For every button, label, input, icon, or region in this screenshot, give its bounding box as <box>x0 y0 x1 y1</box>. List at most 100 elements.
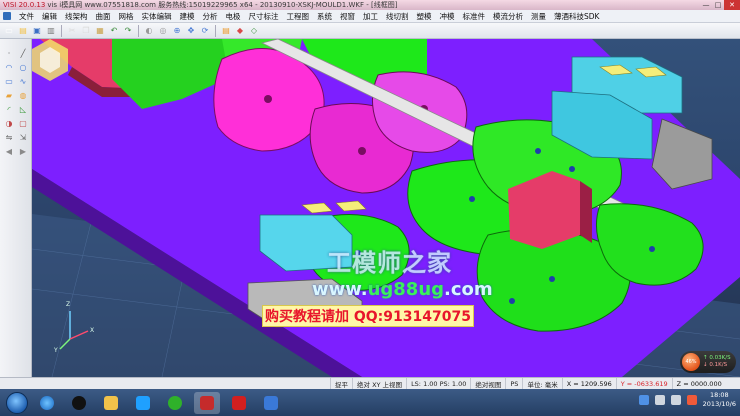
minimize-button[interactable]: — <box>700 0 712 10</box>
menu-item-edit[interactable]: 编辑 <box>38 11 61 22</box>
app-version: VISI 20.0.13 <box>3 1 46 9</box>
maximize-button[interactable]: □ <box>712 0 724 10</box>
system-clock[interactable]: 18:08 2013/10/6 <box>703 391 736 409</box>
menu-item-mesh[interactable]: 网格 <box>115 11 138 22</box>
pan-icon[interactable]: ✥ <box>185 25 197 37</box>
point-icon[interactable]: · <box>3 47 15 59</box>
arrow-left-icon[interactable]: ◀ <box>3 145 15 157</box>
network-speed-widget[interactable]: 46% ↑ 0.03K/S ↓ 0.1K/S <box>680 351 736 373</box>
status-view[interactable]: 绝对 XY 上视图 <box>352 377 406 390</box>
arrow-right-icon[interactable]: ▶ <box>17 145 29 157</box>
taskbar-ie[interactable] <box>34 392 60 414</box>
fillet-icon[interactable]: ◜ <box>3 103 15 115</box>
color-icon[interactable]: ◆ <box>234 25 246 37</box>
rotate-icon[interactable]: ⟳ <box>199 25 211 37</box>
chamfer-icon[interactable]: ◺ <box>17 103 29 115</box>
watermark-ad: 购买教程请加 QQ:913147075 <box>262 305 474 327</box>
axis-label-z: Z <box>66 301 71 308</box>
menu-item-flow-analysis[interactable]: 模流分析 <box>489 11 527 22</box>
boolean-icon[interactable]: ◑ <box>3 117 15 129</box>
redo-icon[interactable]: ↷ <box>122 25 134 37</box>
revolve-icon[interactable]: ◍ <box>17 89 29 101</box>
open-folder-icon[interactable]: ▤ <box>17 25 29 37</box>
taskbar-app-green[interactable] <box>162 392 188 414</box>
circle-icon[interactable]: ○ <box>17 61 29 73</box>
close-button[interactable]: ✕ <box>724 0 740 10</box>
menu-item-file[interactable]: 文件 <box>15 11 38 22</box>
watermark-site-highlight: ug88ug <box>367 279 445 300</box>
menu-item-wireframe[interactable]: 线架构 <box>61 11 92 22</box>
undo-icon[interactable]: ↶ <box>108 25 120 37</box>
menu-item-drawing[interactable]: 工程图 <box>283 11 314 22</box>
taskbar-explorer[interactable] <box>98 392 124 414</box>
main-toolbar: ▭ ▤ ▣ ▥ ✂ ❐ ▦ ↶ ↷ ◐ ◎ ⊕ ✥ ⟳ ▤ ◆ ◇ <box>0 23 740 39</box>
print-icon[interactable]: ▥ <box>45 25 57 37</box>
menu-item-sdk[interactable]: 薄酒科技SDK <box>550 11 603 22</box>
menu-item-electrode[interactable]: 电极 <box>222 11 245 22</box>
status-unit: 单位: 毫米 <box>522 377 561 390</box>
menu-item-machining[interactable]: 加工 <box>359 11 382 22</box>
ime-icon[interactable] <box>638 395 649 405</box>
spline-icon[interactable]: ∿ <box>17 75 29 87</box>
blue-app-icon <box>264 395 278 410</box>
axis-label-y: Y <box>54 347 58 354</box>
watermark-logo-icon <box>32 39 68 81</box>
shell-icon[interactable]: ▢ <box>17 117 29 129</box>
extrude-icon[interactable]: ▰ <box>3 89 15 101</box>
3d-viewport[interactable]: 工模师之家 www.ug88ug.com 购买教程请加 QQ:913147075… <box>32 39 740 377</box>
menu-item-system[interactable]: 系统 <box>313 11 336 22</box>
pdf-icon <box>232 395 246 410</box>
status-ps: PS <box>505 377 522 390</box>
watermark-site-suffix: .com <box>444 279 493 300</box>
menu-item-plastic-mould[interactable]: 塑模 <box>413 11 436 22</box>
security-icon[interactable] <box>686 395 697 405</box>
measure-icon[interactable]: ◇ <box>248 25 260 37</box>
qq-icon <box>72 395 86 410</box>
status-relative-view[interactable]: 绝对视图 <box>470 377 505 390</box>
rectangle-icon[interactable]: ▭ <box>3 75 15 87</box>
arc-icon[interactable]: ◠ <box>3 61 15 73</box>
line-icon[interactable]: ╱ <box>17 47 29 59</box>
status-scale: LS: 1.00 PS: 1.00 <box>406 377 470 390</box>
taskbar-app-blue[interactable] <box>258 392 284 414</box>
status-snap-mode[interactable]: 捉平 <box>330 377 352 390</box>
save-icon[interactable]: ▣ <box>31 25 43 37</box>
paste-icon[interactable]: ▦ <box>94 25 106 37</box>
coord-y: Y = -0633.619 <box>615 377 672 390</box>
wireframe-view-icon[interactable]: ◎ <box>157 25 169 37</box>
layer-icon[interactable]: ▤ <box>220 25 232 37</box>
copy-icon[interactable]: ❐ <box>80 25 92 37</box>
toolbar-separator <box>138 24 139 37</box>
new-file-icon[interactable]: ▭ <box>3 25 15 37</box>
zoom-icon[interactable]: ⊕ <box>171 25 183 37</box>
cut-icon[interactable]: ✂ <box>66 25 78 37</box>
menu-item-stamping-die[interactable]: 冲模 <box>436 11 459 22</box>
status-bar: 捉平 绝对 XY 上视图 LS: 1.00 PS: 1.00 绝对视图 PS 单… <box>0 377 740 390</box>
menu-item-modeling[interactable]: 建模 <box>176 11 199 22</box>
clock-date: 2013/10/6 <box>702 400 736 408</box>
taskbar-pdf[interactable] <box>226 392 252 414</box>
speed-values: ↑ 0.03K/S ↓ 0.1K/S <box>703 355 731 369</box>
app-logo-icon <box>3 12 11 20</box>
network-icon[interactable] <box>654 395 665 405</box>
menu-item-dimension[interactable]: 尺寸标注 <box>245 11 283 22</box>
taskbar-media[interactable] <box>130 392 156 414</box>
window-title: vis i模具网 www.07551818.com 服务热线:150192299… <box>47 1 398 9</box>
left-tool-panel: · ╱ ◠ ○ ▭ ∿ ▰ ◍ ◜ ◺ ◑ ▢ ⇋ ⇲ ◀ ▶ <box>0 39 32 377</box>
menu-item-wire-cut[interactable]: 线切割 <box>382 11 413 22</box>
start-button[interactable] <box>6 391 28 414</box>
shaded-view-icon[interactable]: ◐ <box>143 25 155 37</box>
transform-icon[interactable]: ⇲ <box>17 131 29 143</box>
watermark-title: 工模师之家 <box>327 248 452 277</box>
mirror-icon[interactable]: ⇋ <box>3 131 15 143</box>
menu-item-measure[interactable]: 测量 <box>527 11 550 22</box>
taskbar-qq[interactable] <box>66 392 92 414</box>
volume-icon[interactable] <box>670 395 681 405</box>
menu-item-surface[interactable]: 曲面 <box>92 11 115 22</box>
menu-item-analysis[interactable]: 分析 <box>199 11 222 22</box>
taskbar-visi[interactable] <box>194 391 220 414</box>
menu-item-solid-edit[interactable]: 实体编辑 <box>138 11 176 22</box>
menu-item-view[interactable]: 视窗 <box>336 11 359 22</box>
menu-item-standard-parts[interactable]: 标准件 <box>459 11 490 22</box>
upload-speed: ↑ 0.03K/S <box>703 355 731 361</box>
